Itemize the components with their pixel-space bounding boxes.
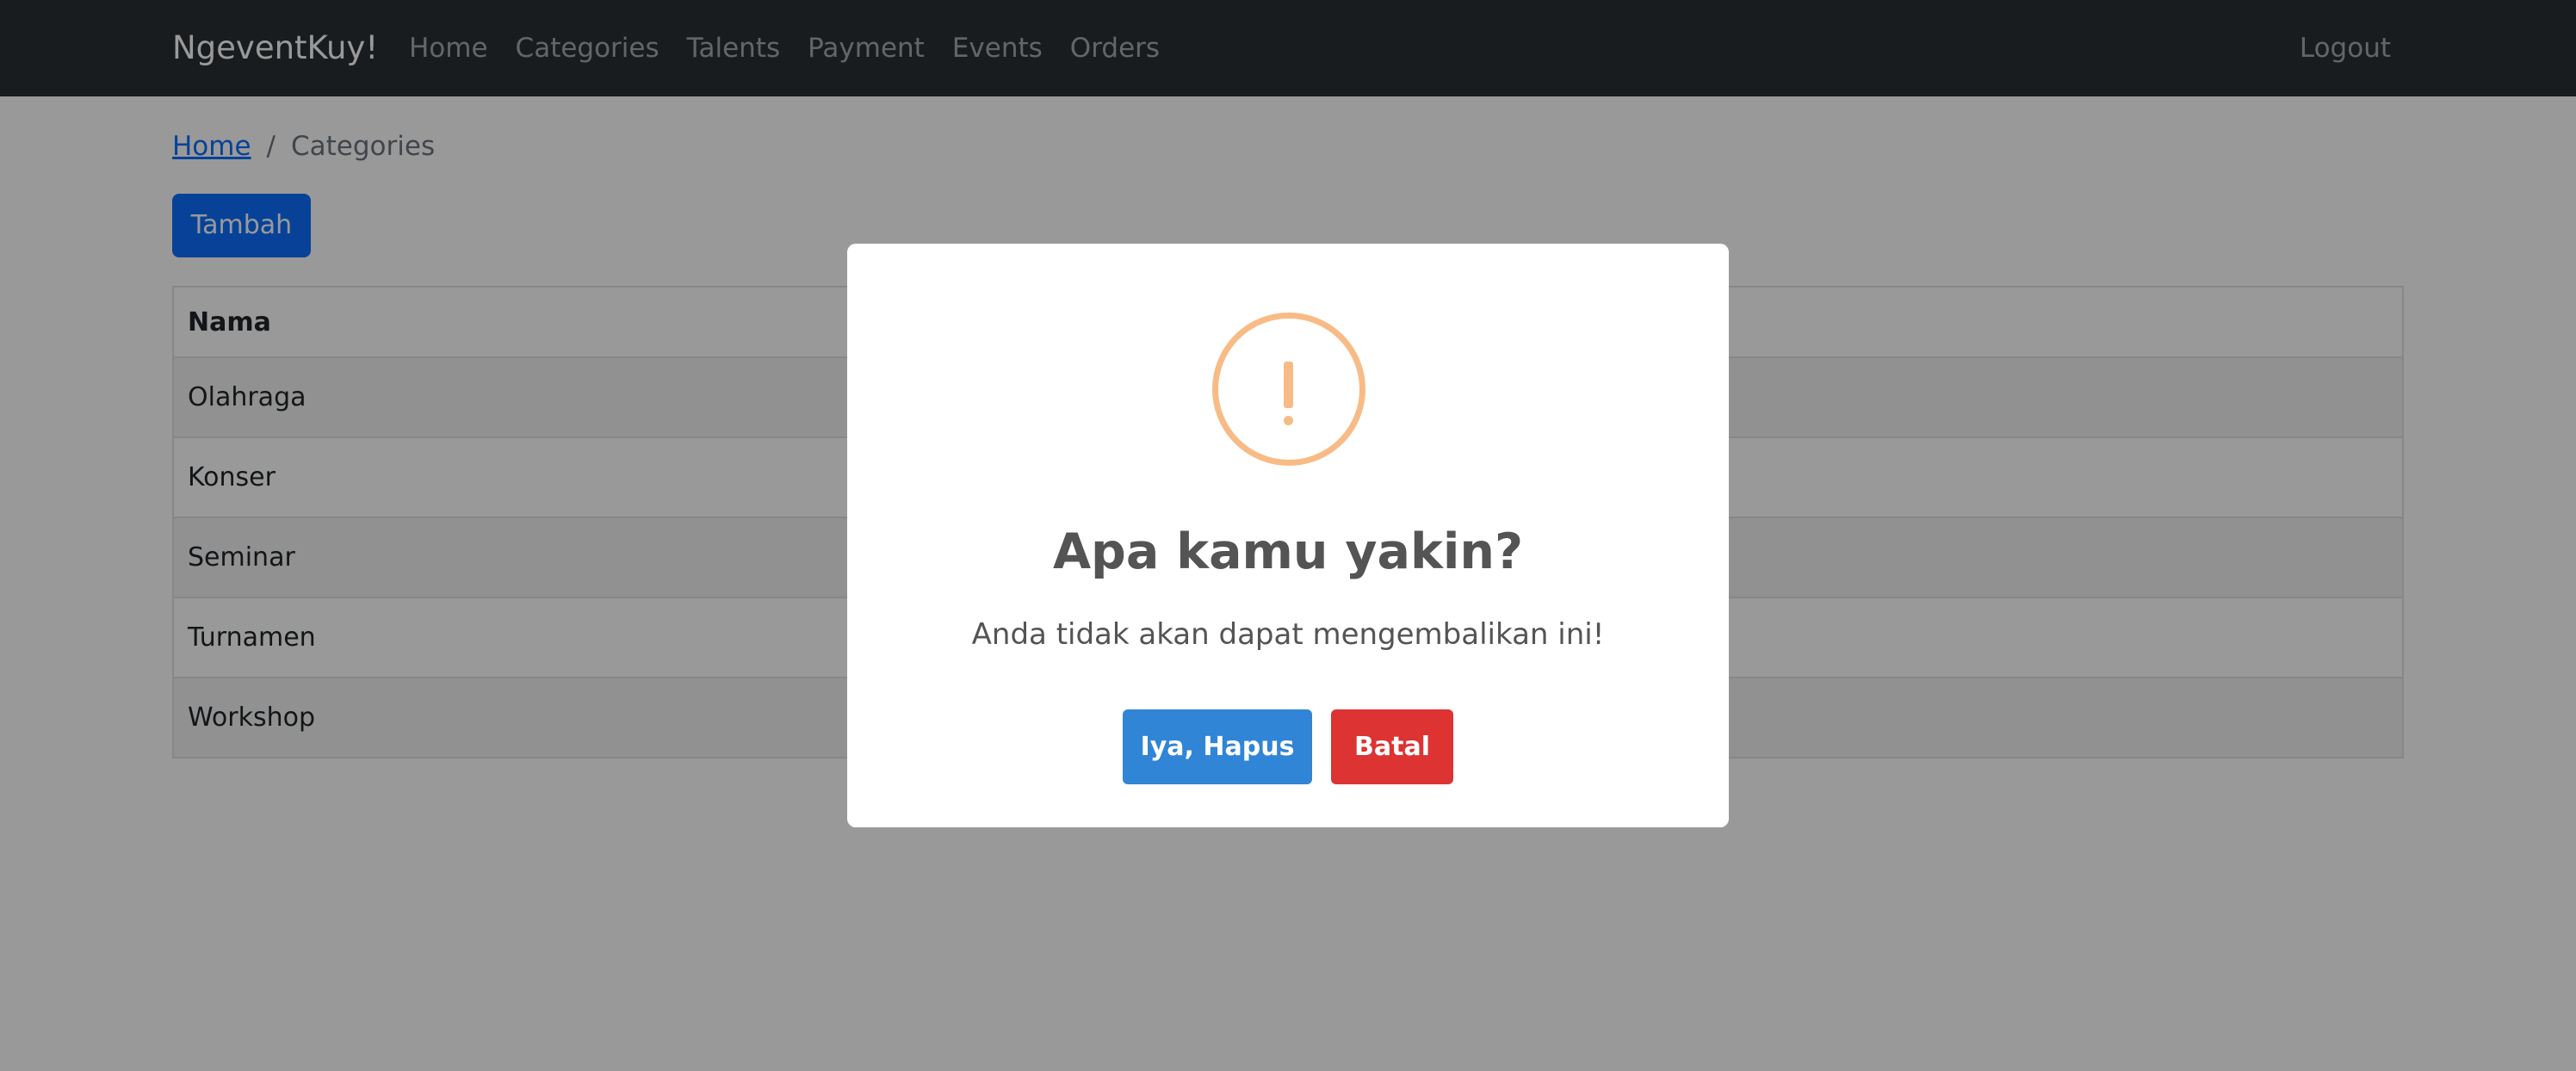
dialog-title: Apa kamu yakin? xyxy=(1052,523,1524,580)
warning-icon-dot xyxy=(1284,416,1293,425)
warning-icon-bar xyxy=(1284,362,1293,408)
warning-icon xyxy=(1212,313,1365,466)
cancel-button[interactable]: Batal xyxy=(1331,709,1453,784)
confirm-delete-button[interactable]: Iya, Hapus xyxy=(1123,709,1312,784)
dialog-message: Anda tidak akan dapat mengembalikan ini! xyxy=(971,617,1605,652)
confirm-delete-dialog: Apa kamu yakin? Anda tidak akan dapat me… xyxy=(847,244,1729,827)
